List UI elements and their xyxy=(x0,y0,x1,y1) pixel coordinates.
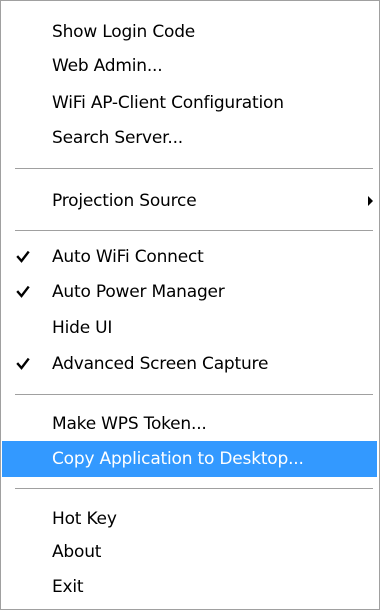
menu-item-label: WiFi AP-Client Configuration xyxy=(52,93,284,113)
menu-item-show-login-code[interactable]: Show Login Code xyxy=(1,14,379,50)
menu-item-label: Search Server... xyxy=(52,128,184,148)
submenu-arrow-icon xyxy=(368,196,373,206)
menu-item-advanced-screen-capture[interactable]: Advanced Screen Capture xyxy=(1,346,379,382)
context-menu: Show Login Code Web Admin... WiFi AP-Cli… xyxy=(0,0,380,610)
menu-item-projection-source[interactable]: Projection Source xyxy=(1,183,379,219)
menu-item-web-admin[interactable]: Web Admin... xyxy=(1,48,379,84)
menu-item-label: Copy Application to Desktop... xyxy=(52,449,304,469)
menu-item-make-wps-token[interactable]: Make WPS Token... xyxy=(1,406,379,442)
menu-item-label: Make WPS Token... xyxy=(52,414,207,434)
menu-item-label: About xyxy=(52,542,102,562)
menu-item-hide-ui[interactable]: Hide UI xyxy=(1,310,379,346)
menu-item-label: Hide UI xyxy=(52,318,113,338)
menu-item-auto-power-manager[interactable]: Auto Power Manager xyxy=(1,274,379,310)
checkmark-icon xyxy=(16,357,30,370)
menu-item-auto-wifi-connect[interactable]: Auto WiFi Connect xyxy=(1,239,379,275)
checkmark-icon xyxy=(16,250,30,263)
menu-item-label: Web Admin... xyxy=(52,56,163,76)
menu-item-about[interactable]: About xyxy=(1,534,379,570)
menu-item-search-server[interactable]: Search Server... xyxy=(1,120,379,156)
menu-separator xyxy=(15,394,373,396)
menu-separator xyxy=(15,488,373,490)
menu-item-label: Hot Key xyxy=(52,509,117,529)
menu-item-label: Exit xyxy=(52,577,84,597)
menu-item-exit[interactable]: Exit xyxy=(1,569,379,605)
menu-separator xyxy=(15,168,373,170)
menu-item-label: Projection Source xyxy=(52,191,197,211)
menu-item-label: Auto WiFi Connect xyxy=(52,247,204,267)
menu-separator xyxy=(15,230,373,232)
menu-item-label: Show Login Code xyxy=(52,22,196,42)
menu-item-wifi-ap-client-configuration[interactable]: WiFi AP-Client Configuration xyxy=(1,85,379,121)
menu-item-label: Auto Power Manager xyxy=(52,282,225,302)
menu-item-label: Advanced Screen Capture xyxy=(52,354,269,374)
menu-item-copy-application-to-desktop[interactable]: Copy Application to Desktop... xyxy=(2,441,377,477)
checkmark-icon xyxy=(16,285,30,298)
menu-item-hot-key[interactable]: Hot Key xyxy=(1,501,379,537)
